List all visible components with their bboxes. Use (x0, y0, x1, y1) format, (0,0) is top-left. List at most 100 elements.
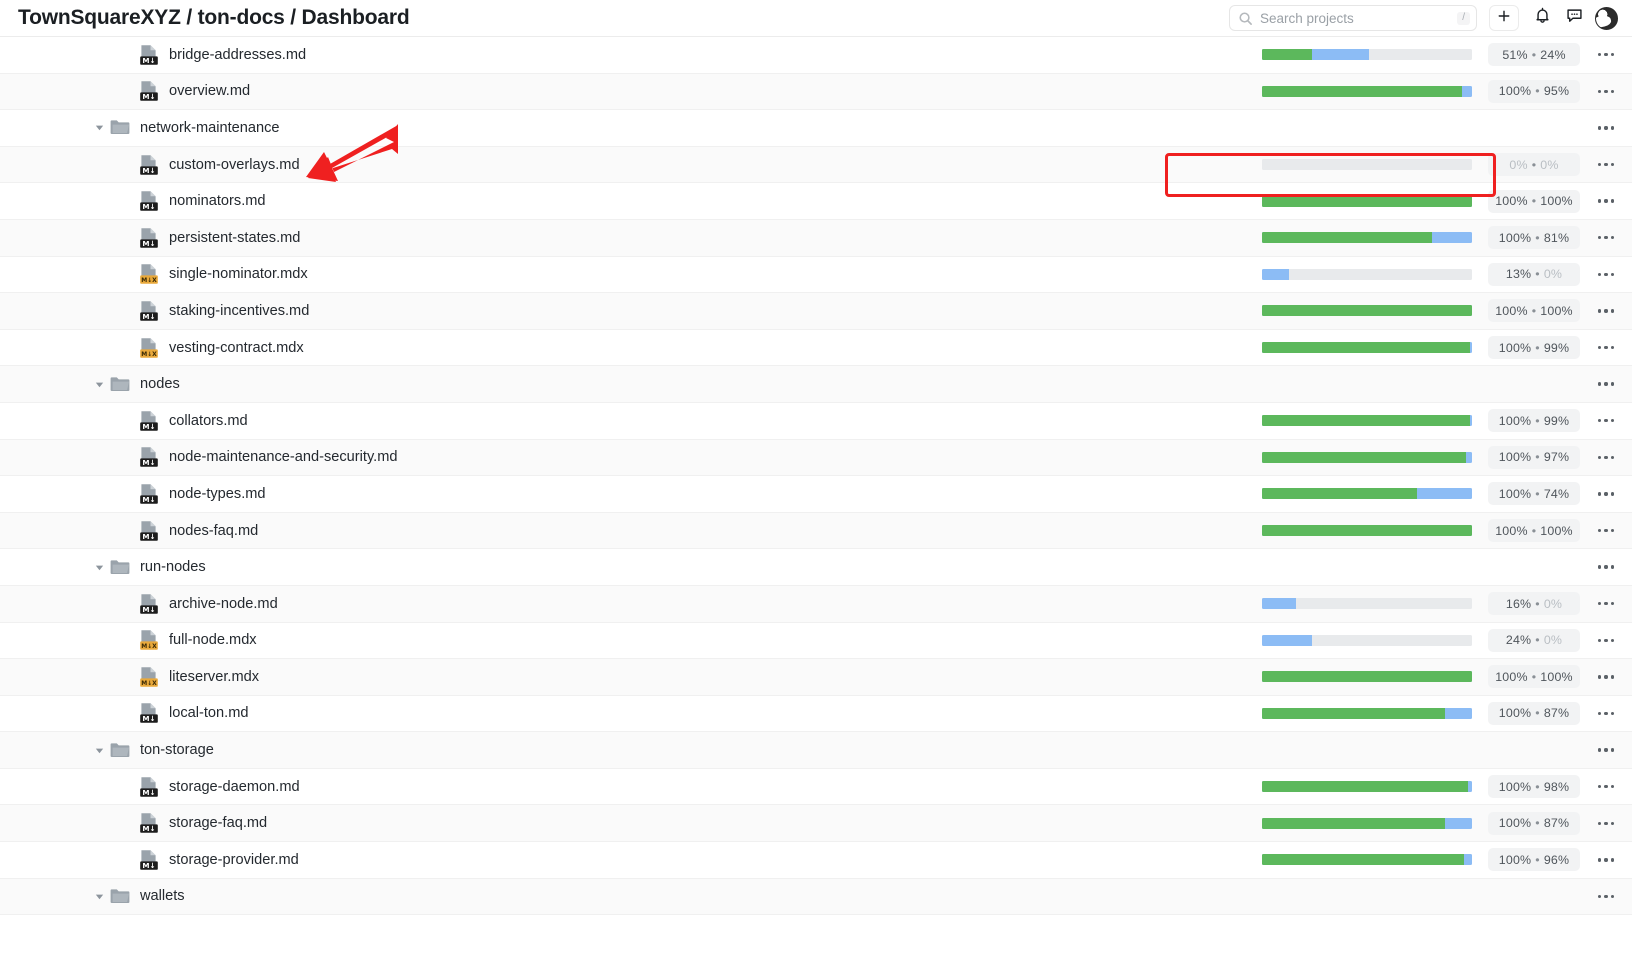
file-name: storage-faq.md (169, 815, 268, 832)
avatar[interactable] (1595, 6, 1618, 30)
row-more-menu-button[interactable] (1580, 110, 1632, 146)
file-row[interactable]: M↓ nodes-faq.md 100% • 100% (0, 512, 1632, 550)
percentage-badge: 100% • 81% (1488, 226, 1580, 250)
progress-green-segment (1262, 671, 1472, 683)
svg-text:M↓: M↓ (142, 824, 155, 833)
mdx-file-icon: M↓X (138, 629, 160, 651)
progress-bar (1262, 598, 1472, 610)
folder-row[interactable]: ton-storage (0, 732, 1632, 769)
progress-green-segment (1262, 817, 1445, 829)
search-box[interactable]: / (1229, 5, 1477, 31)
row-more-menu-button[interactable] (1580, 330, 1632, 366)
file-row[interactable]: M↓X single-nominator.mdx 13% • 0% (0, 256, 1632, 294)
row-more-menu-button[interactable] (1580, 37, 1632, 73)
row-more-menu-button[interactable] (1580, 476, 1632, 512)
row-metrics: 24% • 0% (1262, 623, 1632, 659)
progress-bar-wrapper (1262, 854, 1472, 866)
row-more-menu-button[interactable] (1580, 513, 1632, 549)
file-name: vesting-contract.mdx (169, 339, 304, 356)
file-row[interactable]: M↓X vesting-contract.mdx 100% • 99% (0, 329, 1632, 367)
svg-text:M↓X: M↓X (141, 277, 157, 284)
file-name: collators.md (169, 412, 248, 429)
percentage-badge: 100% • 99% (1488, 336, 1580, 360)
percentage-badge: 100% • 100% (1488, 299, 1580, 323)
row-more-menu-button[interactable] (1580, 586, 1632, 622)
percentage-badge: 13% • 0% (1488, 262, 1580, 286)
percentage-badge: 100% • 87% (1488, 811, 1580, 835)
folder-row[interactable]: run-nodes (0, 549, 1632, 586)
percentage-badge: 100% • 100% (1488, 519, 1580, 543)
row-more-menu-button[interactable] (1580, 549, 1632, 585)
progress-bar-wrapper (1262, 415, 1472, 427)
row-metrics: 100% • 95% (1262, 74, 1632, 110)
file-row[interactable]: M↓ node-maintenance-and-security.md 100% • 9… (0, 439, 1632, 477)
progress-bar (1262, 781, 1472, 793)
row-more-menu-button[interactable] (1580, 147, 1632, 183)
row-metrics (1262, 732, 1632, 768)
row-more-menu-button[interactable] (1580, 696, 1632, 732)
search-input[interactable] (1253, 10, 1458, 26)
row-more-menu-button[interactable] (1580, 769, 1632, 805)
row-more-menu-button[interactable] (1580, 220, 1632, 256)
progress-bar (1262, 451, 1472, 463)
row-more-menu-button[interactable] (1580, 623, 1632, 659)
file-name: node-types.md (169, 485, 266, 502)
row-more-menu-button[interactable] (1580, 659, 1632, 695)
file-row[interactable]: M↓ overview.md 100% • 95% (0, 73, 1632, 111)
file-row[interactable]: M↓ collators.md 100% • 99% (0, 402, 1632, 440)
row-more-menu-button[interactable] (1580, 257, 1632, 293)
progress-green-segment (1262, 232, 1433, 244)
row-metrics: 100% • 100% (1262, 659, 1632, 695)
chevron-down-icon[interactable] (92, 121, 106, 135)
progress-blue-segment (1262, 268, 1290, 280)
folder-name: network-maintenance (140, 119, 280, 136)
svg-text:M↓: M↓ (142, 605, 155, 614)
file-row[interactable]: M↓ nominators.md 100% • 100% (0, 183, 1632, 220)
file-row[interactable]: M↓ archive-node.md 16% • 0% (0, 585, 1632, 623)
file-row[interactable]: M↓ storage-faq.md 100% • 87% (0, 805, 1632, 843)
row-more-menu-button[interactable] (1580, 879, 1632, 915)
header-actions: / (1229, 4, 1618, 32)
svg-text:M↓X: M↓X (141, 680, 157, 687)
row-more-menu-button[interactable] (1580, 732, 1632, 768)
row-more-menu-button[interactable] (1580, 366, 1632, 402)
percentage-badge: 100% • 100% (1488, 189, 1580, 213)
chevron-down-icon[interactable] (92, 560, 106, 574)
file-row[interactable]: M↓X liteserver.mdx 100% • 100% (0, 659, 1632, 696)
file-row[interactable]: M↓ custom-overlays.md 0% • 0% (0, 146, 1632, 184)
progress-green-segment (1262, 85, 1462, 97)
percentage-badge: 24% • 0% (1488, 628, 1580, 652)
file-row[interactable]: M↓ local-ton.md 100% • 87% (0, 695, 1632, 733)
row-more-menu-button[interactable] (1580, 805, 1632, 841)
percentage-badge: 100% • 100% (1488, 665, 1580, 689)
folder-row[interactable]: nodes (0, 366, 1632, 403)
folder-row[interactable]: network-maintenance (0, 110, 1632, 147)
svg-text:M↓: M↓ (142, 495, 155, 504)
row-more-menu-button[interactable] (1580, 403, 1632, 439)
folder-row[interactable]: wallets (0, 878, 1632, 916)
row-more-menu-button[interactable] (1580, 74, 1632, 110)
notifications-button[interactable] (1527, 4, 1557, 32)
chevron-down-icon[interactable] (92, 377, 106, 391)
file-row[interactable]: M↓ staking-incentives.md 100% • 100% (0, 293, 1632, 330)
progress-green-segment (1262, 854, 1464, 866)
search-icon (1238, 11, 1253, 26)
folder-name: nodes (140, 376, 180, 393)
row-more-menu-button[interactable] (1580, 183, 1632, 219)
row-more-menu-button[interactable] (1580, 842, 1632, 878)
file-row[interactable]: M↓ storage-provider.md 100% • 96% (0, 842, 1632, 879)
file-row[interactable]: M↓ node-types.md 100% • 74% (0, 476, 1632, 513)
row-more-menu-button[interactable] (1580, 293, 1632, 329)
file-row[interactable]: M↓ bridge-addresses.md 51% • 24% (0, 37, 1632, 74)
file-row[interactable]: M↓ storage-daemon.md 100% • 98% (0, 768, 1632, 806)
chevron-down-icon[interactable] (92, 889, 106, 903)
new-item-button[interactable] (1489, 5, 1519, 31)
progress-bar-wrapper (1262, 598, 1472, 610)
row-metrics: 100% • 99% (1262, 330, 1632, 366)
chevron-down-icon[interactable] (92, 743, 106, 757)
row-metrics (1262, 110, 1632, 146)
row-more-menu-button[interactable] (1580, 440, 1632, 476)
file-row[interactable]: M↓X full-node.mdx 24% • 0% (0, 622, 1632, 660)
messages-button[interactable] (1559, 4, 1589, 32)
file-row[interactable]: M↓ persistent-states.md 100% • 81% (0, 219, 1632, 257)
